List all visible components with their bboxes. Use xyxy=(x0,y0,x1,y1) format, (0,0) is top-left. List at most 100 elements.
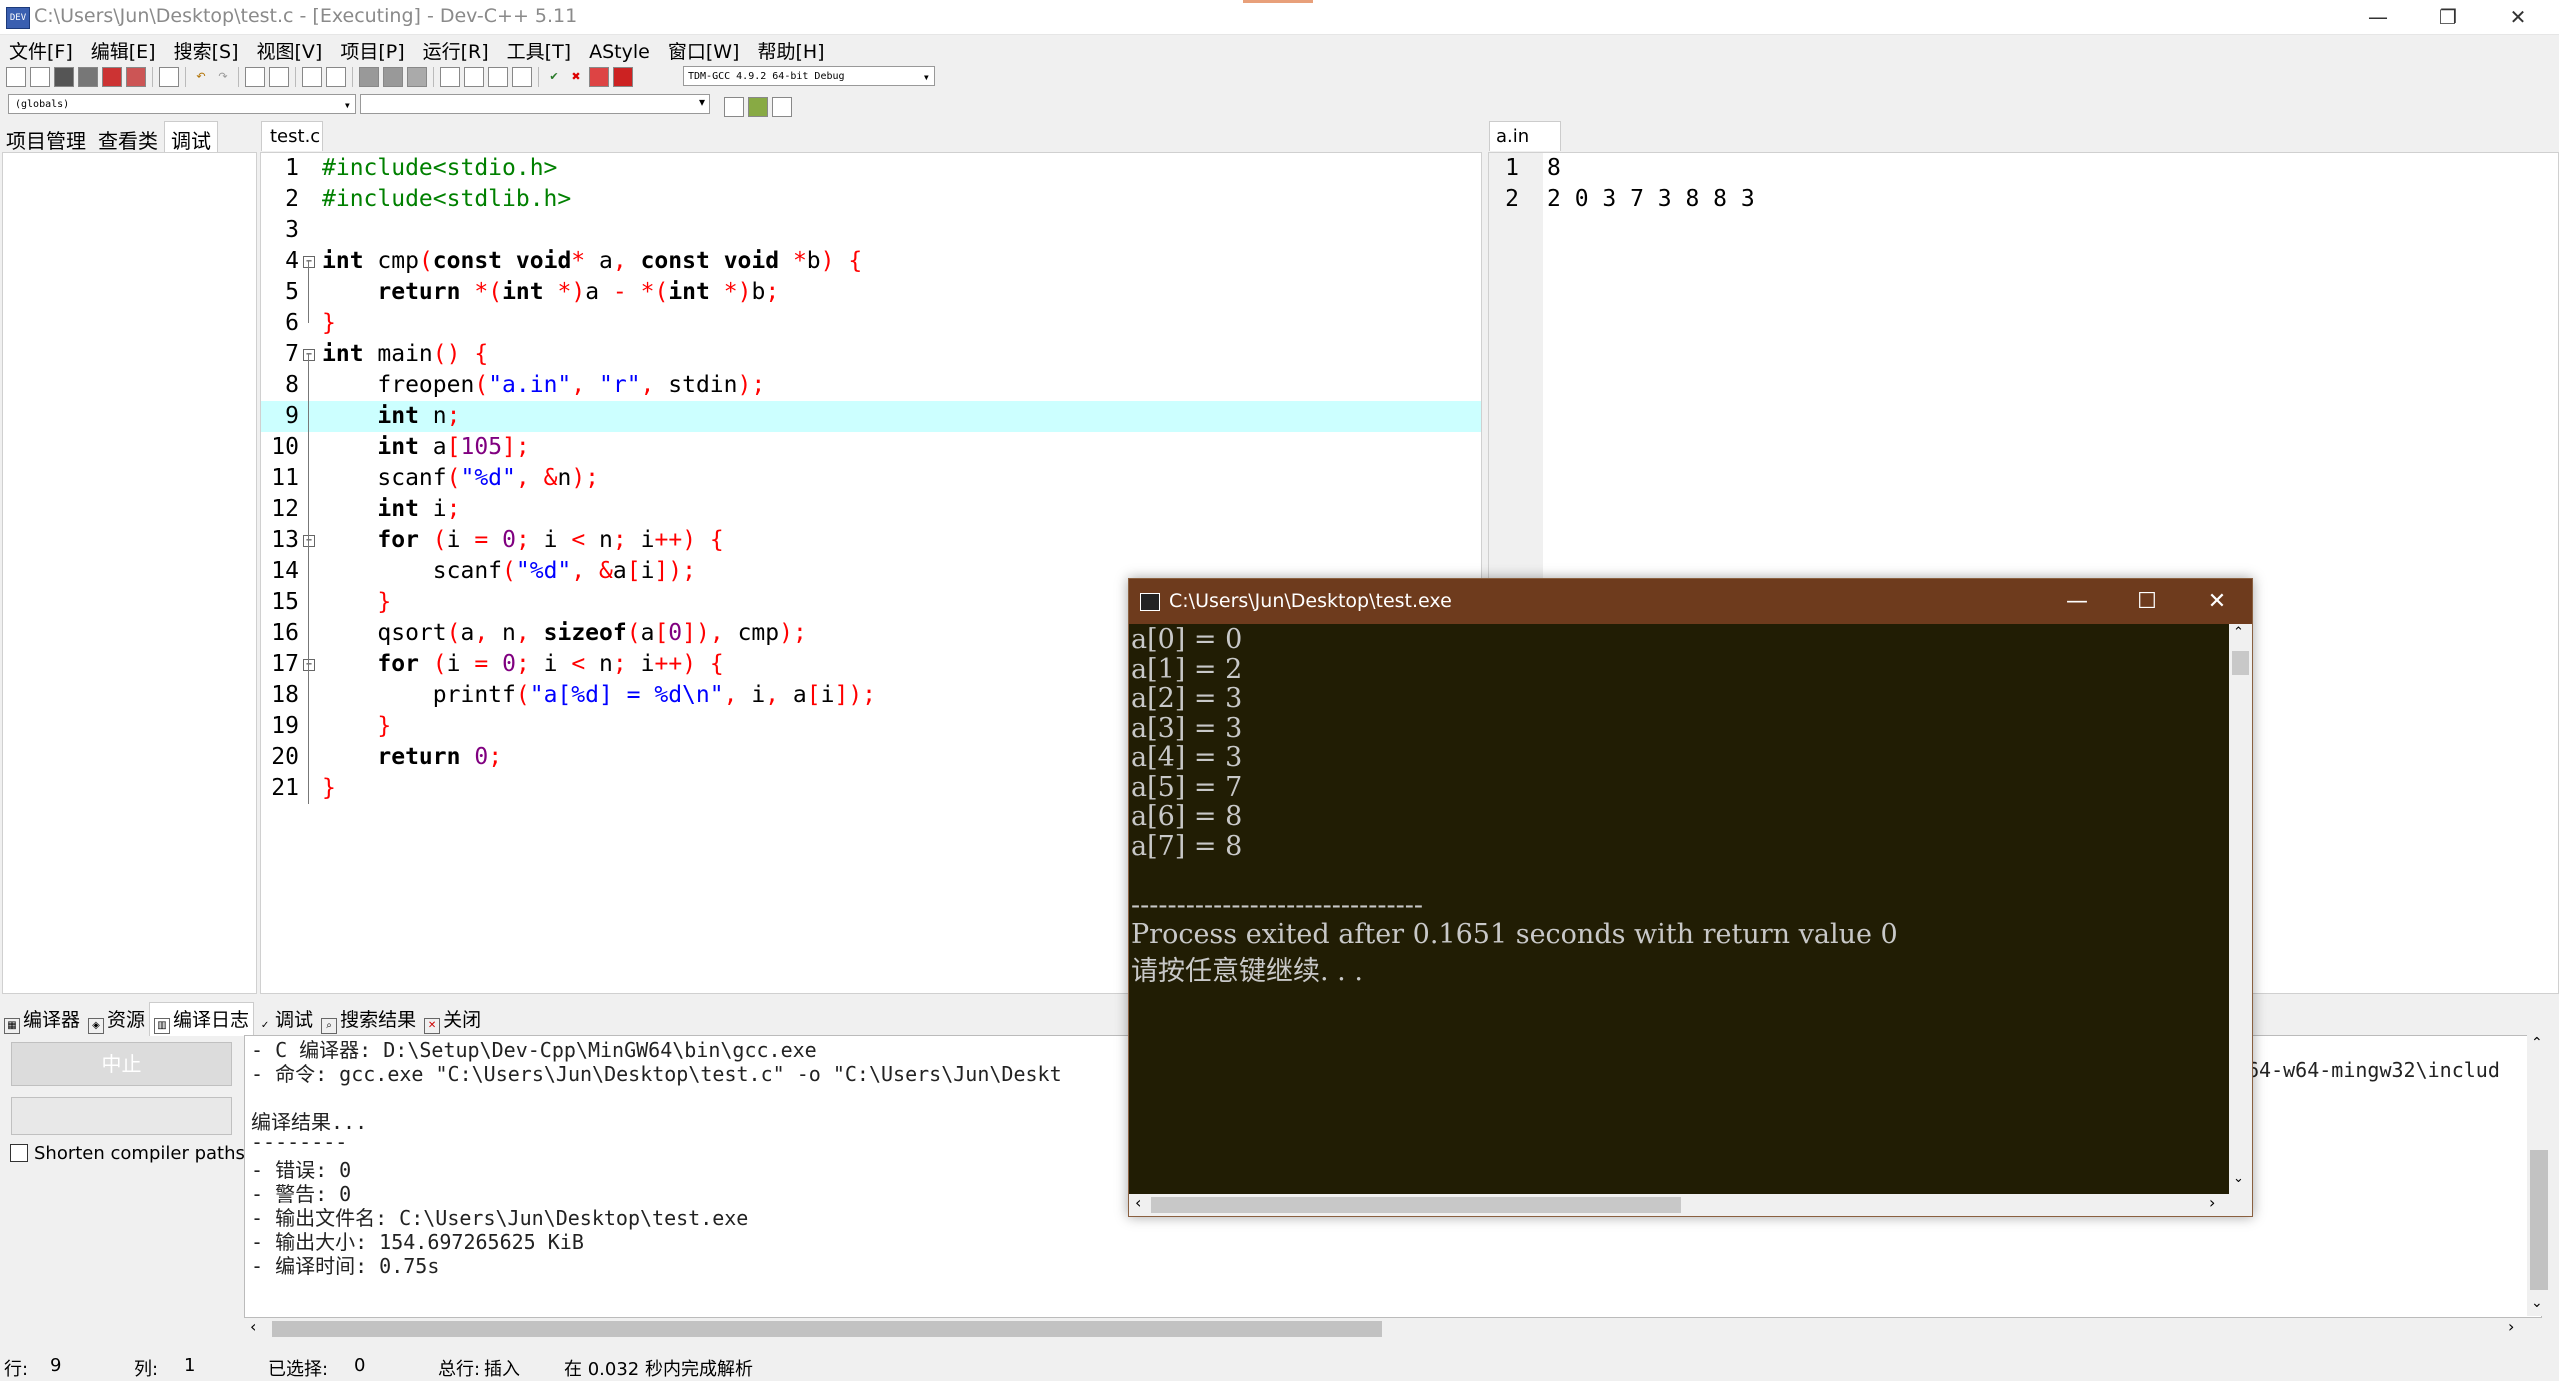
indent-icon[interactable] xyxy=(383,67,403,87)
scroll-up-icon[interactable]: ⌃ xyxy=(2233,625,2244,640)
print-icon[interactable] xyxy=(159,67,179,87)
code-line[interactable]: 11 scanf("%d", &n); xyxy=(261,463,1481,494)
menu-astyle[interactable]: AStyle xyxy=(580,39,659,65)
tab-compile-log[interactable]: ▥ 编译日志 xyxy=(149,1002,255,1036)
menu-tools[interactable]: 工具[T] xyxy=(498,35,580,66)
fold-toggle-icon[interactable]: − xyxy=(303,349,315,361)
tab-compile-log-label: 编译日志 xyxy=(173,1009,250,1031)
scroll-up-icon[interactable]: ⌃ xyxy=(2531,1035,2543,1051)
save-icon[interactable] xyxy=(54,67,74,87)
tab-debug-output[interactable]: ✓ 调试 xyxy=(254,1003,317,1035)
fold-toggle-icon[interactable]: − xyxy=(303,256,315,268)
code-line[interactable]: 6} xyxy=(261,308,1481,339)
code-line[interactable]: 13− for (i = 0; i < n; i++) { xyxy=(261,525,1481,556)
tab-test-c[interactable]: test.c xyxy=(261,121,323,151)
compile-icon[interactable] xyxy=(440,67,460,87)
tab-resources[interactable]: ◈ 资源 xyxy=(84,1003,149,1036)
checkbox-box[interactable] xyxy=(10,1144,28,1162)
debug-icon[interactable] xyxy=(613,67,633,87)
open-file-icon[interactable] xyxy=(30,67,50,87)
input-line[interactable]: 18 xyxy=(1489,153,2558,184)
chevron-down-icon: ▾ xyxy=(698,95,705,109)
tab-debug-output-label: 调试 xyxy=(275,1009,314,1031)
code-line[interactable]: 3 xyxy=(261,215,1481,246)
find-icon[interactable] xyxy=(245,67,265,87)
console-output[interactable]: a[0] = 0 a[1] = 2 a[2] = 3 a[3] = 3 a[4] = 3… xyxy=(1129,624,2229,1194)
run-icon[interactable] xyxy=(464,67,484,87)
undo-icon[interactable]: ↶ xyxy=(192,68,210,86)
menu-window[interactable]: 窗口[W] xyxy=(659,35,749,66)
insert-icon[interactable] xyxy=(724,97,744,117)
compile-run-icon[interactable] xyxy=(488,67,508,87)
console-horizontal-scroll-thumb[interactable] xyxy=(1151,1197,1681,1213)
close-button[interactable]: ✕ xyxy=(2483,0,2553,34)
code-line[interactable]: 4− int cmp(const void* a, const void *b) … xyxy=(261,246,1481,277)
project-options-icon[interactable] xyxy=(326,67,346,87)
stop-execution-icon[interactable]: ✖ xyxy=(567,68,585,86)
status-parse-message: 在 0.032 秒内完成解析 xyxy=(564,1359,753,1380)
function-select[interactable]: ▾ xyxy=(360,94,710,114)
menu-project[interactable]: 项目[P] xyxy=(331,35,413,66)
tab-a-in[interactable]: a.in xyxy=(1489,121,1561,151)
minimize-button[interactable]: — xyxy=(2343,0,2413,34)
scope-select[interactable]: (globals) ▾ xyxy=(8,94,356,114)
code-line[interactable]: 2 #include<stdlib.h> xyxy=(261,184,1481,215)
menu-run[interactable]: 运行[R] xyxy=(414,35,498,66)
toggle-bookmark-icon[interactable] xyxy=(772,97,792,117)
code-line[interactable]: 8 freopen("a.in", "r", stdin); xyxy=(261,370,1481,401)
save-all-icon[interactable] xyxy=(78,67,98,87)
shorten-paths-checkbox[interactable]: Shorten compiler paths xyxy=(10,1143,245,1164)
tab-compiler[interactable]: ▦ 编译器 xyxy=(0,1003,84,1036)
unindent-icon[interactable] xyxy=(359,67,379,87)
input-line[interactable]: 2 2 0 3 7 3 8 8 3 xyxy=(1489,184,2558,215)
fold-toggle-icon[interactable]: − xyxy=(303,535,315,547)
code-line[interactable]: 1 #include<stdio.h> xyxy=(261,153,1481,184)
scroll-left-icon[interactable]: ‹ xyxy=(1135,1193,1141,1212)
menu-search[interactable]: 搜索[S] xyxy=(165,35,248,66)
scroll-down-icon[interactable]: ⌄ xyxy=(2233,1171,2244,1186)
menu-view[interactable]: 视图[V] xyxy=(248,35,332,66)
close-file-icon[interactable] xyxy=(102,67,122,87)
stop-button[interactable]: 中止 xyxy=(11,1042,232,1086)
console-vertical-scroll-thumb[interactable] xyxy=(2232,651,2249,675)
fold-toggle-icon[interactable]: − xyxy=(303,659,315,671)
code-line[interactable]: 10 int a[105]; xyxy=(261,432,1481,463)
console-vertical-scrollbar[interactable] xyxy=(2229,624,2252,1194)
menu-help[interactable]: 帮助[H] xyxy=(748,35,833,66)
chevron-down-icon: ▾ xyxy=(922,70,930,84)
code-line[interactable]: 5 return *(int *)a - *(int *)b; xyxy=(261,277,1481,308)
line-number: 12 xyxy=(271,496,299,522)
restore-button[interactable]: ❐ xyxy=(2413,0,2483,34)
rebuild-icon[interactable] xyxy=(512,67,532,87)
new-file-icon[interactable] xyxy=(6,67,26,87)
console-title-bar[interactable]: C:\Users\Jun\Desktop\test.exe — ☐ ✕ xyxy=(1129,579,2252,624)
compiler-select[interactable]: TDM-GCC 4.9.2 64-bit Debug ▾ xyxy=(683,66,935,86)
new-project-icon[interactable] xyxy=(302,67,322,87)
scroll-left-icon[interactable]: ‹ xyxy=(250,1317,256,1336)
profile-icon[interactable] xyxy=(589,67,609,87)
code-line[interactable]: 7− int main() { xyxy=(261,339,1481,370)
code-line[interactable]: 9 int n; xyxy=(261,401,1481,432)
console-minimize-button[interactable]: — xyxy=(2042,579,2112,624)
redo-icon[interactable]: ↷ xyxy=(214,68,232,86)
menu-edit[interactable]: 编辑[E] xyxy=(82,35,165,66)
title-accent-bar xyxy=(1243,0,1313,3)
menu-file[interactable]: 文件[F] xyxy=(0,35,82,66)
syntax-check-icon[interactable]: ✔ xyxy=(545,68,563,86)
console-line: a[3] = 3 xyxy=(1131,712,1243,744)
scroll-down-icon[interactable]: ⌄ xyxy=(2531,1295,2543,1311)
scroll-right-icon[interactable]: › xyxy=(2209,1193,2215,1212)
tab-close[interactable]: ✕ 关闭 xyxy=(420,1003,485,1036)
console-window[interactable]: C:\Users\Jun\Desktop\test.exe — ☐ ✕ a[0]… xyxy=(1128,578,2253,1217)
bookmark-icon[interactable] xyxy=(407,67,427,87)
goto-icon[interactable] xyxy=(748,97,768,117)
console-close-button[interactable]: ✕ xyxy=(2182,579,2252,624)
code-line[interactable]: 12 int i; xyxy=(261,494,1481,525)
close-all-icon[interactable] xyxy=(126,67,146,87)
scroll-right-icon[interactable]: › xyxy=(2508,1317,2514,1336)
log-vertical-scroll-thumb[interactable] xyxy=(2530,1150,2548,1290)
log-horizontal-scroll-thumb[interactable] xyxy=(272,1321,1382,1337)
tab-search-results[interactable]: ⌕ 搜索结果 xyxy=(317,1003,420,1036)
console-maximize-button[interactable]: ☐ xyxy=(2112,579,2182,624)
replace-icon[interactable] xyxy=(269,67,289,87)
